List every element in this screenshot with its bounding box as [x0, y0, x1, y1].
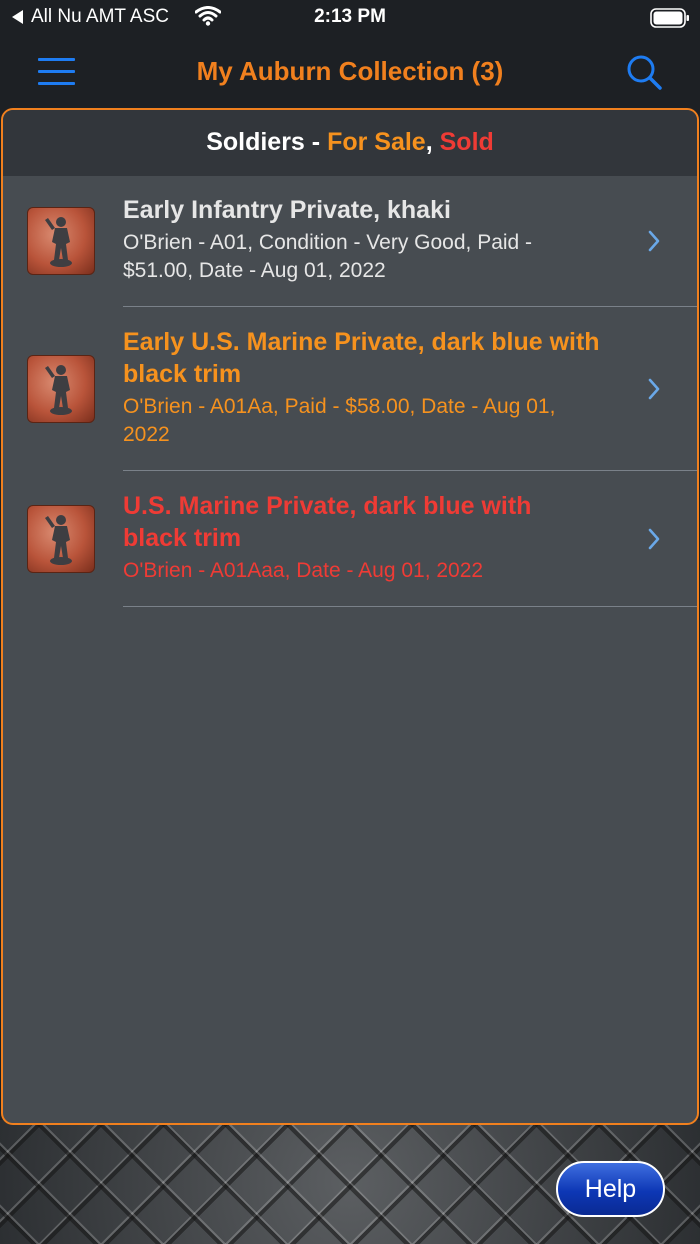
collection-panel: Soldiers - For Sale, Sold Early Infantry…: [1, 108, 699, 1125]
section-separator: -: [304, 128, 328, 156]
item-details: O'Brien - A01Aa, Paid - $58.00, Date - A…: [123, 395, 556, 446]
soldier-thumbnail: [27, 207, 95, 275]
help-button[interactable]: Help: [556, 1161, 665, 1217]
soldier-thumbnail: [27, 505, 95, 573]
legend-for-sale: For Sale: [327, 128, 426, 156]
page-title: My Auburn Collection (3): [196, 56, 504, 86]
item-details: O'Brien - A01, Condition - Very Good, Pa…: [123, 231, 533, 282]
soldier-thumbnail: [27, 355, 95, 423]
list-item[interactable]: U.S. Marine Private, dark blue with blac…: [3, 472, 697, 608]
list-item[interactable]: Early U.S. Marine Private, dark blue wit…: [3, 308, 697, 472]
section-header: Soldiers - For Sale, Sold: [3, 110, 697, 176]
section-label: Soldiers: [206, 128, 305, 156]
item-title: Early Infantry Private, khaki: [123, 196, 451, 224]
app-screen: All Nu AMT ASC 2:13 PM My Auburn Collect…: [0, 0, 700, 1244]
navigation-bar: My Auburn Collection (3): [0, 36, 700, 108]
chevron-right-icon: [648, 528, 660, 550]
item-title: Early U.S. Marine Private, dark blue wit…: [123, 328, 600, 388]
row-divider: [123, 606, 697, 607]
legend-sold: Sold: [439, 128, 494, 156]
search-icon[interactable]: [626, 54, 662, 90]
item-details: O'Brien - A01Aaa, Date - Aug 01, 2022: [123, 559, 484, 582]
row-divider: [123, 470, 697, 471]
status-bar: All Nu AMT ASC 2:13 PM: [0, 0, 700, 36]
status-time: 2:13 PM: [314, 6, 386, 27]
chevron-right-icon: [648, 378, 660, 400]
battery-icon: [650, 8, 689, 28]
chevron-right-icon: [648, 230, 660, 252]
legend-comma: ,: [425, 128, 440, 156]
item-title: U.S. Marine Private, dark blue with blac…: [123, 492, 532, 552]
list-item[interactable]: Early Infantry Private, khaki O'Brien - …: [3, 176, 697, 308]
row-divider: [123, 306, 697, 307]
